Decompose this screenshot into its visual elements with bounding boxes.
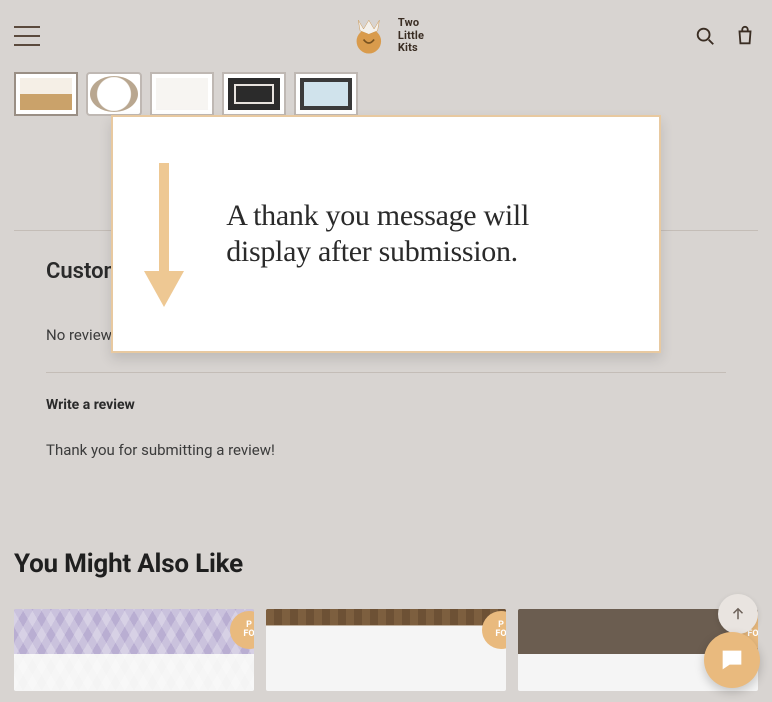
brand-name: Two Little Kits — [398, 17, 424, 55]
arrow-down-icon — [141, 159, 186, 309]
product-badge: P FO — [482, 611, 506, 649]
instruction-overlay: A thank you message will display after s… — [111, 115, 661, 353]
chat-icon — [718, 646, 746, 674]
product-row: P FO P FO P FO — [14, 609, 758, 691]
product-card[interactable]: P FO — [266, 609, 506, 691]
recommendations-section: You Might Also Like P FO P FO P FO — [0, 459, 772, 691]
review-thank-you: Thank you for submitting a review! — [46, 441, 726, 459]
menu-button[interactable] — [14, 26, 40, 46]
thumbnail[interactable] — [14, 72, 78, 116]
brand-line-1: Two — [398, 17, 424, 30]
instruction-text: A thank you message will display after s… — [226, 198, 615, 270]
logo-icon — [348, 15, 390, 57]
arrow-up-icon — [729, 605, 747, 623]
search-icon[interactable] — [692, 23, 718, 49]
recommendations-heading: You Might Also Like — [14, 549, 758, 579]
write-review-heading: Write a review — [46, 397, 726, 413]
thumbnail[interactable] — [150, 72, 214, 116]
thumbnail-row — [0, 72, 772, 116]
thumbnail[interactable] — [86, 72, 142, 116]
brand-line-3: Kits — [398, 42, 424, 55]
site-header: Two Little Kits — [0, 0, 772, 72]
product-badge: P FO — [230, 611, 254, 649]
thumbnail[interactable] — [294, 72, 358, 116]
header-actions — [692, 23, 758, 49]
thumbnail[interactable] — [222, 72, 286, 116]
cart-icon[interactable] — [732, 23, 758, 49]
product-card[interactable]: P FO — [14, 609, 254, 691]
brand-logo[interactable]: Two Little Kits — [348, 15, 424, 57]
scroll-to-top-button[interactable] — [718, 594, 758, 634]
chat-button[interactable] — [704, 632, 760, 688]
